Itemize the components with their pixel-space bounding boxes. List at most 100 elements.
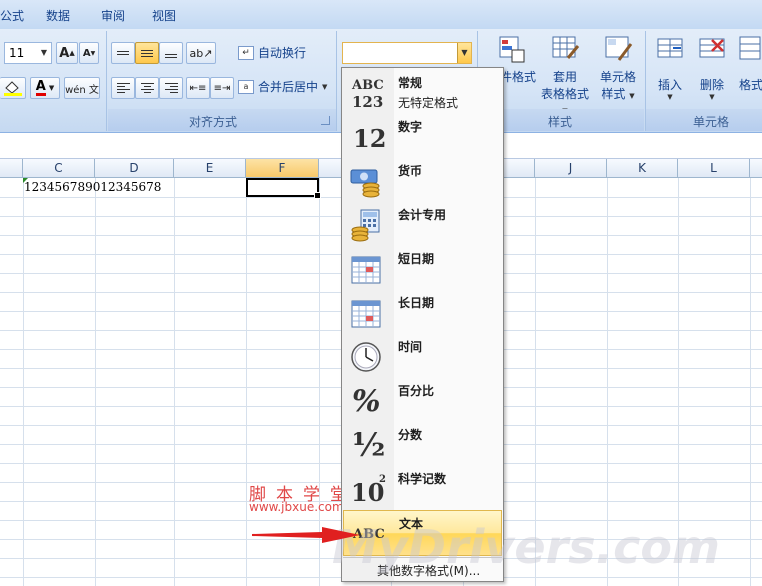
tab-data[interactable]: 数据 xyxy=(46,7,70,24)
col-header-l[interactable]: L xyxy=(678,159,750,178)
short-date-icon xyxy=(351,256,381,284)
col-header-k[interactable]: K xyxy=(607,159,678,178)
increase-indent-button[interactable]: ≡⇥ xyxy=(210,77,234,99)
cells-group-label: 单元格 xyxy=(692,115,729,129)
merge-cells-icon: a xyxy=(238,79,254,94)
fill-color-button[interactable] xyxy=(0,77,26,99)
col-header-j[interactable]: J xyxy=(535,159,607,178)
col-header-spacer xyxy=(0,159,23,178)
orientation-icon: ab↗ xyxy=(189,46,213,60)
align-bottom-button[interactable] xyxy=(159,42,183,64)
menu-item-time[interactable]: 时间 xyxy=(343,334,502,378)
col-header-e[interactable]: E xyxy=(174,159,246,178)
number-format-combo[interactable]: ▼ xyxy=(342,42,472,64)
format-as-table-button[interactable]: 套用 表格格式 ▼ xyxy=(537,34,593,116)
accounting-icon xyxy=(351,209,380,242)
format-table-icon xyxy=(552,36,580,59)
orientation-button[interactable]: ab↗ xyxy=(186,42,216,64)
merge-center-button[interactable]: a 合并后居中 ▼ xyxy=(238,78,327,95)
menu-item-general[interactable]: ABC 123 常规 无特定格式 xyxy=(343,70,502,114)
watermark-site-url: www.jbxue.com xyxy=(249,500,344,514)
chevron-down-icon[interactable]: ▼ xyxy=(37,43,51,63)
abc-123-icon: ABC 123 xyxy=(352,78,384,111)
align-right-button[interactable] xyxy=(159,77,183,99)
chevron-down-icon: ▼ xyxy=(629,92,635,100)
conditional-format-icon xyxy=(499,36,525,63)
cell-styles-button[interactable]: 单元格 样式 ▼ xyxy=(597,34,639,102)
menu-item-fraction[interactable]: ½ 分数 xyxy=(343,422,502,466)
align-top-icon xyxy=(117,49,129,57)
styles-group-label: 样式 xyxy=(547,115,572,129)
col-header-c[interactable]: C xyxy=(23,159,95,178)
grow-font-button[interactable]: A ▲ xyxy=(56,42,78,64)
clock-icon xyxy=(351,342,381,372)
phonetic-button[interactable]: wén 文 xyxy=(64,77,100,99)
tab-view[interactable]: 视图 xyxy=(152,7,176,24)
menu-item-number[interactable]: 12 数字 xyxy=(343,114,502,158)
chevron-down-icon: ▼ xyxy=(667,93,673,101)
decrease-indent-button[interactable]: ⇤≡ xyxy=(186,77,210,99)
align-right-icon xyxy=(164,81,178,95)
increase-indent-icon: ≡⇥ xyxy=(213,82,231,94)
align-left-button[interactable] xyxy=(111,77,135,99)
ribbon-tab-bar: 公式 数据 审阅 视图 xyxy=(0,0,762,29)
align-top-button[interactable] xyxy=(111,42,135,64)
align-middle-icon xyxy=(141,48,153,59)
insert-cells-button[interactable]: 插入 ▼ xyxy=(651,34,689,101)
chevron-down-icon[interactable]: ▼ xyxy=(457,43,471,63)
col-header-m-partial[interactable] xyxy=(750,159,762,178)
align-bottom-icon xyxy=(165,52,177,60)
number-12-icon: 12 xyxy=(353,124,387,153)
selected-cell-f1[interactable] xyxy=(246,178,321,199)
decrease-indent-icon: ⇤≡ xyxy=(189,82,207,94)
menu-item-accounting[interactable]: 会计专用 xyxy=(343,202,502,246)
group-divider xyxy=(106,31,107,131)
percent-icon: % xyxy=(352,384,381,419)
annotation-arrow-icon xyxy=(252,527,360,543)
menu-item-percent[interactable]: % 百分比 xyxy=(343,378,502,422)
menu-item-long-date[interactable]: 长日期 xyxy=(343,290,502,334)
align-left-icon xyxy=(116,81,130,95)
chevron-down-icon: ▼ xyxy=(48,84,55,92)
cell-c1[interactable]: 123456789012345678 xyxy=(24,180,161,194)
font-color-button[interactable]: A ▼ xyxy=(30,77,60,99)
align-center-icon xyxy=(140,81,154,95)
cell-styles-icon xyxy=(605,36,633,61)
number-format-menu: ABC 123 常规 无特定格式 12 数字 货币 会计专用 短日期 长日期 时… xyxy=(341,67,504,582)
shrink-font-button[interactable]: A ▼ xyxy=(79,42,99,64)
col-header-f[interactable]: F xyxy=(246,159,319,178)
insert-cells-icon xyxy=(657,38,683,58)
menu-item-scientific[interactable]: 10 2 科学记数 xyxy=(343,466,502,510)
font-size-combo[interactable]: 11 ▼ xyxy=(4,42,52,64)
format-cells-icon xyxy=(739,36,761,60)
col-header-d[interactable]: D xyxy=(95,159,174,178)
menu-item-currency[interactable]: 货币 xyxy=(343,158,502,202)
wrap-text-button[interactable]: ↵ 自动换行 xyxy=(238,44,306,61)
tab-formulas[interactable]: 公式 xyxy=(0,7,24,24)
col-gridline xyxy=(750,178,751,586)
long-date-icon xyxy=(351,300,381,328)
group-divider xyxy=(336,31,337,131)
chevron-down-icon: ▼ xyxy=(709,93,715,101)
fraction-icon: ½ xyxy=(352,426,386,464)
menu-item-short-date[interactable]: 短日期 xyxy=(343,246,502,290)
format-cells-button[interactable]: 格式 xyxy=(736,34,762,93)
tab-review[interactable]: 审阅 xyxy=(101,7,125,24)
col-gridline xyxy=(246,178,247,586)
alignment-group-label: 对齐方式 xyxy=(188,115,237,129)
watermark-brand: MyDrivers.com xyxy=(332,520,720,574)
chevron-down-icon: ▼ xyxy=(322,82,328,91)
font-size-value: 11 xyxy=(9,46,25,60)
dialog-launcher-icon[interactable] xyxy=(321,116,330,125)
currency-icon xyxy=(350,169,380,198)
col-gridline xyxy=(95,178,96,586)
scientific-icon: 10 2 xyxy=(351,474,386,507)
col-gridline xyxy=(23,178,24,586)
align-middle-button[interactable] xyxy=(135,42,159,64)
delete-cells-icon xyxy=(699,38,725,58)
align-center-button[interactable] xyxy=(135,77,159,99)
wrap-text-icon: ↵ xyxy=(238,45,254,60)
delete-cells-button[interactable]: 删除 ▼ xyxy=(693,34,731,101)
fill-bucket-icon xyxy=(3,81,22,96)
col-gridline xyxy=(174,178,175,586)
